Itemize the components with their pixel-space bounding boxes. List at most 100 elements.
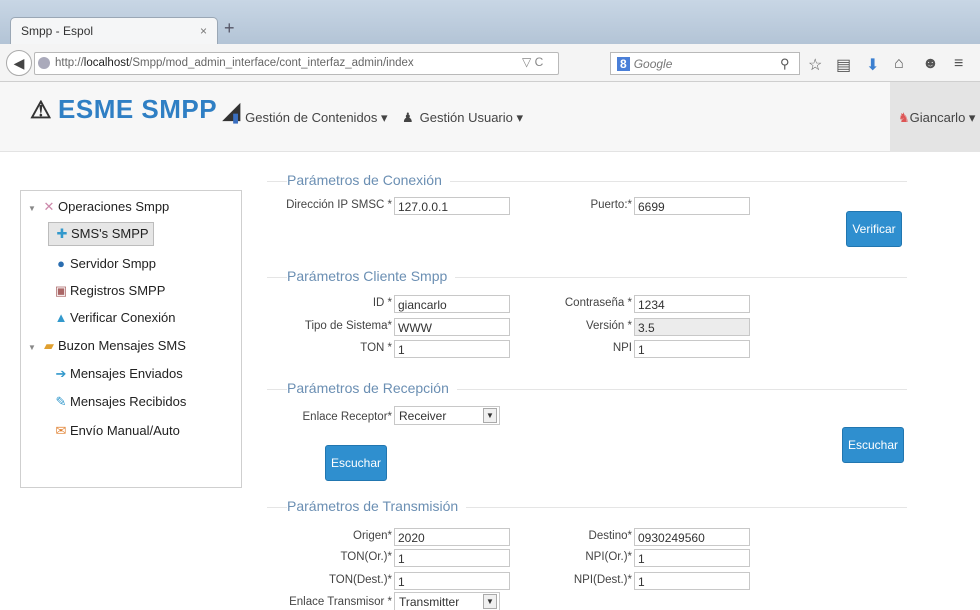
- site-identity-icon[interactable]: [38, 57, 50, 69]
- browser-nav-bar: ◀ http://localhost/Smpp/mod_admin_interf…: [0, 44, 980, 82]
- globe-icon: ●: [57, 256, 65, 271]
- port-label: Puerto:*: [590, 199, 632, 211]
- book-icon: ▮: [232, 110, 240, 125]
- npi-input[interactable]: 1: [634, 340, 750, 358]
- section-conexion: Parámetros de Conexión: [267, 172, 907, 192]
- collapse-icon[interactable]: ▼: [28, 204, 40, 213]
- transmitter-link-value: Transmitter: [399, 595, 460, 609]
- tab-title: Smpp - Espol: [21, 24, 94, 38]
- clipboard-icon: ▣: [54, 283, 68, 298]
- ton-origin-label: TON(Or.)*: [340, 551, 392, 563]
- section-cliente: Parámetros Cliente Smpp: [267, 268, 907, 288]
- npi-origin-label: NPI(Or.)*: [585, 551, 632, 563]
- browser-tab-bar: Smpp - Espol × +: [0, 0, 980, 44]
- back-arrow-icon[interactable]: ◀: [6, 50, 32, 76]
- port-input[interactable]: 6699: [634, 197, 750, 215]
- search-bar[interactable]: 8 Google: [610, 52, 800, 75]
- antenna-icon: ⚠: [30, 97, 53, 124]
- tree-label: Registros SMPP: [70, 283, 166, 298]
- origin-input[interactable]: 2020: [394, 528, 510, 546]
- new-tab-icon[interactable]: +: [224, 18, 235, 39]
- reload-icon[interactable]: ▽ C: [522, 55, 543, 69]
- menu-gestion-contenidos[interactable]: ▮ Gestión de Contenidos ▾: [232, 110, 388, 126]
- system-type-label: Tipo de Sistema*: [304, 320, 392, 332]
- brand-logo[interactable]: ⚠ ESME SMPP ◢: [30, 94, 241, 125]
- version-label: Versión *: [585, 320, 632, 332]
- password-input[interactable]: 1234: [634, 295, 750, 313]
- npi-origin-input[interactable]: 1: [634, 549, 750, 567]
- tree-item-recibidos[interactable]: ✎ Mensajes Recibidos: [52, 394, 187, 410]
- section-title: Parámetros Cliente Smpp: [287, 268, 456, 284]
- tree-item-sms-smpp[interactable]: ✚ SMS's SMPP: [48, 222, 154, 246]
- section-title: Parámetros de Conexión: [287, 172, 450, 188]
- network-icon: ▲: [54, 310, 68, 325]
- caret-down-icon: ▾: [968, 110, 976, 125]
- brand-name: ESME SMPP: [58, 94, 218, 124]
- reading-list-icon[interactable]: ▤: [836, 55, 851, 75]
- collapse-icon[interactable]: ▼: [28, 343, 40, 352]
- system-type-input[interactable]: WWW: [394, 318, 510, 336]
- ton-input[interactable]: 1: [394, 340, 510, 358]
- listen-button-secondary[interactable]: Escuchar: [842, 427, 904, 463]
- user-icon: ♟: [402, 110, 414, 125]
- bookmark-star-icon[interactable]: ☆: [808, 55, 822, 75]
- tree-label: Mensajes Recibidos: [70, 394, 187, 409]
- id-label: ID *: [372, 297, 392, 309]
- search-icon[interactable]: ⚲: [780, 56, 790, 72]
- ton-dest-label: TON(Dest.)*: [328, 574, 392, 586]
- tree-label: Verificar Conexión: [70, 310, 176, 325]
- tree-item-registros[interactable]: ▣ Registros SMPP: [52, 283, 166, 299]
- npi-dest-label: NPI(Dest.)*: [573, 574, 632, 586]
- id-input[interactable]: giancarlo: [394, 295, 510, 313]
- ton-label: TON *: [360, 342, 392, 354]
- tree-item-envio-manual[interactable]: ✉ Envío Manual/Auto: [52, 423, 180, 439]
- search-engine-icon[interactable]: 8: [617, 57, 630, 71]
- npi-dest-input[interactable]: 1: [634, 572, 750, 590]
- ton-origin-input[interactable]: 1: [394, 549, 510, 567]
- browser-tab[interactable]: Smpp - Espol ×: [10, 17, 218, 44]
- sent-icon: ➔: [55, 366, 67, 381]
- menu-gestion-usuario[interactable]: ♟ Gestión Usuario ▾: [402, 110, 523, 126]
- menu-icon[interactable]: ≡: [954, 55, 963, 73]
- download-icon[interactable]: ⬇: [866, 55, 879, 75]
- ton-dest-input[interactable]: 1: [394, 572, 510, 590]
- receiver-link-select[interactable]: Receiver ▼: [394, 406, 500, 425]
- section-transmision: Parámetros de Transmisión: [267, 498, 907, 518]
- url-prefix: http://: [55, 57, 84, 69]
- verify-button[interactable]: Verificar: [846, 211, 902, 247]
- section-title: Parámetros de Recepción: [287, 380, 457, 396]
- section-title: Parámetros de Transmisión: [287, 498, 467, 514]
- tools-icon: ✕: [43, 199, 55, 214]
- destination-label: Destino*: [588, 530, 632, 542]
- url-path: /Smpp/mod_admin_interface/cont_interfaz_…: [129, 57, 414, 69]
- transmitter-link-label: Enlace Transmisor *: [289, 596, 392, 608]
- menu-users-label: Gestión Usuario: [419, 110, 513, 125]
- tree-item-enviados[interactable]: ➔ Mensajes Enviados: [52, 366, 183, 382]
- user-avatar-icon: ♞: [898, 110, 910, 125]
- url-host: localhost: [83, 57, 130, 69]
- ip-input[interactable]: 127.0.0.1: [394, 197, 510, 215]
- close-tab-icon[interactable]: ×: [200, 24, 207, 38]
- send-auto-icon: ✉: [55, 423, 67, 438]
- tree-label: Mensajes Enviados: [70, 366, 183, 381]
- home-icon[interactable]: ⌂: [894, 55, 904, 73]
- destination-input[interactable]: 0930249560: [634, 528, 750, 546]
- version-input: 3.5: [634, 318, 750, 336]
- app-header: ⚠ ESME SMPP ◢ ▮ Gestión de Contenidos ▾ ♟ Ge…: [0, 82, 980, 152]
- tree-label: Envío Manual/Auto: [70, 423, 180, 438]
- tree-label: Operaciones Smpp: [58, 199, 170, 214]
- transmitter-link-select[interactable]: Transmitter ▼: [394, 592, 500, 610]
- tree-node-buzon[interactable]: ▼ ▰ Buzon Mensajes SMS: [28, 338, 186, 354]
- url-bar[interactable]: http://localhost/Smpp/mod_admin_interfac…: [34, 52, 559, 75]
- folder-icon: ▰: [44, 338, 54, 353]
- tree-item-servidor[interactable]: ● Servidor Smpp: [52, 256, 156, 271]
- chat-icon[interactable]: ☻: [922, 55, 939, 73]
- user-name: Giancarlo: [909, 110, 966, 125]
- dropdown-arrow-icon[interactable]: ▼: [483, 594, 497, 609]
- user-menu[interactable]: ♞Giancarlo ▾: [890, 82, 980, 152]
- tree-node-operaciones[interactable]: ▼ ✕ Operaciones Smpp: [28, 199, 169, 215]
- tree-label: SMS's SMPP: [71, 226, 149, 241]
- tree-item-verificar[interactable]: ▲ Verificar Conexión: [52, 310, 176, 325]
- dropdown-arrow-icon[interactable]: ▼: [483, 408, 497, 423]
- listen-button[interactable]: Escuchar: [325, 445, 387, 481]
